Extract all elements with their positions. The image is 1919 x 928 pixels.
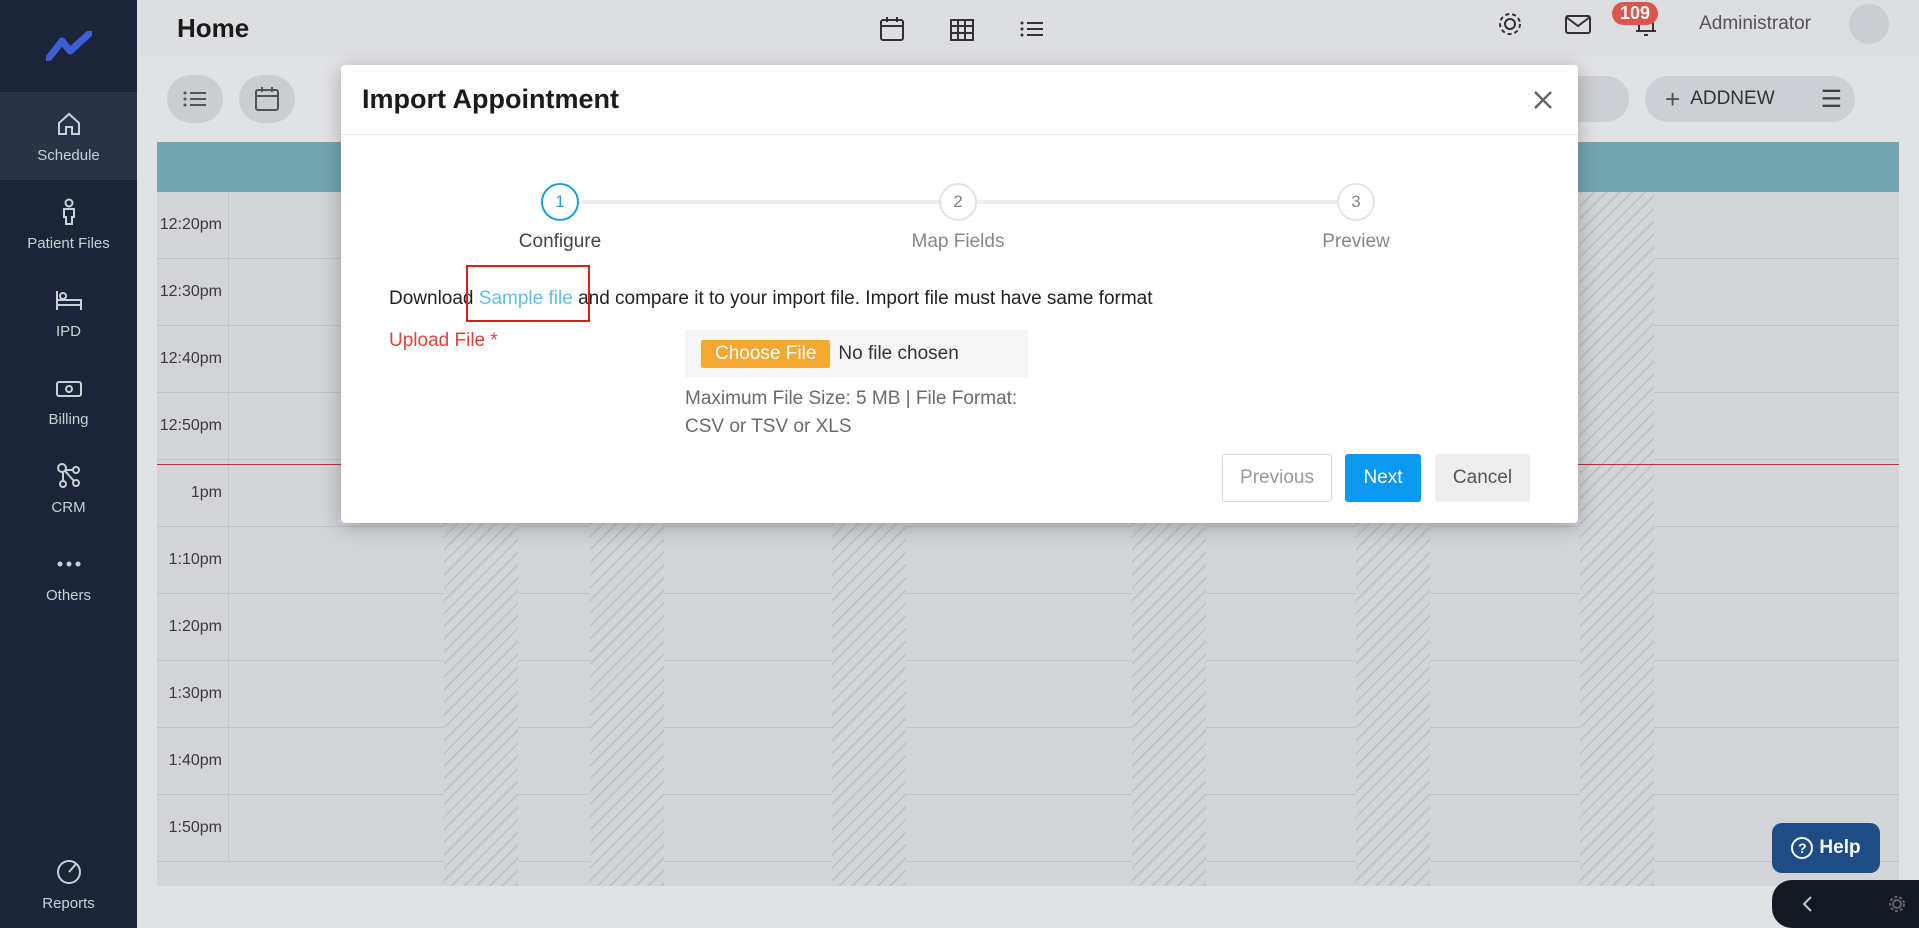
more-dots-icon — [57, 561, 80, 566]
sidebar-item-label: Reports — [42, 894, 95, 912]
step-label: Preview — [1322, 231, 1390, 252]
app-logo[interactable] — [0, 0, 137, 92]
sidebar-item-label: Patient Files — [27, 234, 110, 252]
choose-file-button[interactable]: Choose File — [701, 340, 831, 368]
sidebar-item-ipd[interactable]: IPD — [0, 268, 137, 356]
step-number: 2 — [939, 183, 977, 221]
sidebar-item-crm[interactable]: CRM — [0, 444, 137, 532]
instruction-prefix: Download — [389, 288, 474, 309]
sidebar-item-schedule[interactable]: Schedule — [0, 92, 137, 180]
cash-icon — [55, 380, 82, 397]
sidebar-item-label: CRM — [51, 498, 86, 516]
instruction-suffix: and compare it to your import file. Impo… — [578, 288, 1153, 309]
network-icon — [56, 462, 80, 488]
highlight-box — [466, 265, 590, 322]
file-hint: Maximum File Size: 5 MB | File Format: C… — [685, 388, 1018, 437]
file-input[interactable]: Choose File No file chosen — [685, 330, 1028, 378]
file-status: No file chosen — [838, 343, 959, 364]
import-stepper: 1 Configure 2 Map Fields 3 Preview — [341, 183, 1578, 263]
step-label: Map Fields — [911, 231, 1005, 252]
sidebar-item-patient-files[interactable]: Patient Files — [0, 180, 137, 268]
sidebar-item-billing[interactable]: Billing — [0, 356, 137, 444]
sidebar-item-reports[interactable]: Reports — [0, 840, 137, 928]
sidebar-item-label: Others — [45, 586, 91, 604]
upload-file-label: Upload File * — [389, 330, 498, 351]
sidebar-item-label: Schedule — [37, 146, 100, 164]
logo-icon — [45, 31, 92, 61]
step-preview: 3 Preview — [1276, 183, 1436, 253]
modal-title: Import Appointment — [362, 84, 619, 114]
sidebar-item-others[interactable]: Others — [0, 532, 137, 620]
step-number: 1 — [541, 183, 579, 221]
previous-button[interactable]: Previous — [1222, 454, 1332, 502]
close-icon — [1534, 91, 1552, 109]
close-button[interactable] — [1528, 85, 1558, 115]
import-appointment-modal: Import Appointment 1 Configure 2 Map Fie… — [341, 65, 1578, 523]
step-number: 3 — [1337, 183, 1375, 221]
sidebar-item-label: Billing — [48, 410, 89, 428]
sidebar-item-label: IPD — [55, 322, 81, 340]
step-label: Configure — [518, 231, 602, 252]
bed-icon — [55, 290, 82, 310]
step-map-fields: 2 Map Fields — [878, 183, 1038, 253]
person-icon — [62, 198, 75, 225]
next-button[interactable]: Next — [1345, 454, 1421, 502]
sidebar: Schedule Patient Files IPD Billing CRM O… — [0, 0, 137, 928]
step-configure: 1 Configure — [480, 183, 640, 253]
home-icon — [57, 112, 80, 135]
pie-chart-icon — [56, 859, 81, 884]
modal-header: Import Appointment — [341, 65, 1578, 135]
cancel-button[interactable]: Cancel — [1435, 454, 1530, 502]
